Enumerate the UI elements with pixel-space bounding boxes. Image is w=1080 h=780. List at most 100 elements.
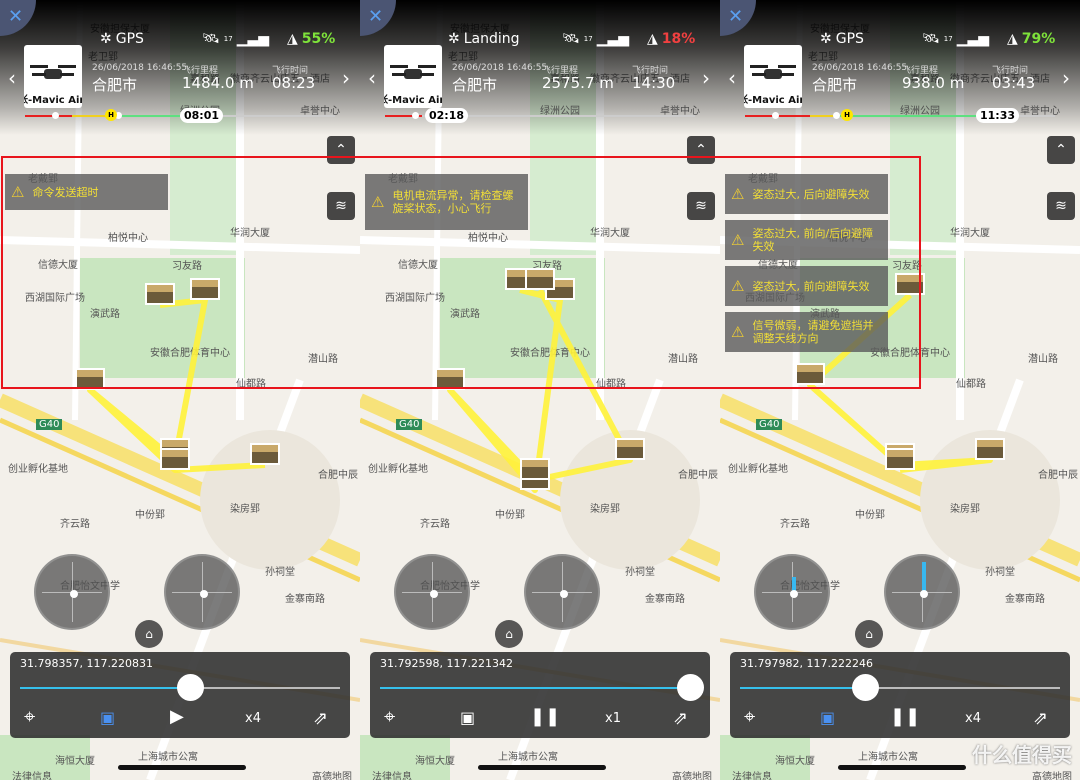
flight-time-value: 14:30 <box>632 74 676 92</box>
close-icon[interactable]: ✕ <box>368 8 383 26</box>
signal-bars-icon: ▁▃▅ <box>236 31 270 47</box>
share-icon[interactable]: ⇗ <box>673 708 688 729</box>
remote-controller-icon[interactable]: ▣ <box>460 708 475 727</box>
chevron-up-icon[interactable]: ⌃ <box>327 136 355 164</box>
layers-icon[interactable]: ≋ <box>1047 192 1075 220</box>
warning-icon: ⚠ <box>731 230 745 249</box>
flight-mode: GPS <box>835 31 864 47</box>
slider-thumb[interactable] <box>851 674 879 701</box>
home-location-button[interactable]: ⌂ <box>495 620 523 648</box>
home-point-marker: H <box>105 109 117 121</box>
warning-message: ⚠ 姿态过大, 后向避障失效 <box>725 174 888 214</box>
warning-text: 姿态过大, 前向/后向避障失效 <box>752 227 874 253</box>
photo-marker[interactable] <box>525 268 555 290</box>
gps-coordinates: 31.792598, 117.221342 <box>380 657 513 670</box>
drone-icon: ✲ <box>448 31 460 47</box>
pause-icon[interactable]: ❚❚ <box>890 706 920 727</box>
slider-fill <box>380 687 691 689</box>
home-indicator <box>838 765 966 770</box>
pause-icon[interactable]: ❚❚ <box>530 706 560 727</box>
chevron-up-icon[interactable]: ⌃ <box>1047 136 1075 164</box>
flight-city: 合肥市 <box>452 76 498 94</box>
playback-speed-button[interactable]: x4 <box>245 711 261 726</box>
battery-percent: 55% <box>301 31 336 47</box>
timeline-time-badge[interactable]: 02:18 <box>425 108 469 123</box>
warning-text: 姿态过大, 后向避障失效 <box>752 187 870 201</box>
chevron-up-icon[interactable]: ⌃ <box>687 136 715 164</box>
drone-thumbnail[interactable]: 张-Mavic Air <box>744 45 802 108</box>
previous-flight-chevron-left-icon[interactable]: ‹ <box>728 66 736 90</box>
warning-message: ⚠ 姿态过大, 前向/后向避障失效 <box>725 220 888 260</box>
satellite-icon: 🛰 <box>922 31 940 47</box>
satellite-count: 17 <box>583 35 593 43</box>
timeline-segment <box>838 115 980 117</box>
photo-marker[interactable] <box>250 443 280 465</box>
photo-marker[interactable] <box>520 458 550 480</box>
photo-marker[interactable] <box>435 368 465 390</box>
photo-marker[interactable] <box>190 278 220 300</box>
gps-coordinates: 31.798357, 117.220831 <box>20 657 153 670</box>
left-stick-indicator <box>394 554 470 630</box>
photo-marker[interactable] <box>895 273 925 295</box>
next-flight-chevron-right-icon[interactable]: › <box>1062 66 1070 90</box>
remote-controller-icon[interactable]: ▣ <box>100 708 115 727</box>
slider-fill <box>20 687 190 689</box>
remote-controller-icon[interactable]: ▣ <box>820 708 835 727</box>
signal-bars-icon: ▁▃▅ <box>956 31 990 47</box>
photo-marker[interactable] <box>975 438 1005 460</box>
warning-text: 姿态过大, 前向避障失效 <box>752 279 870 293</box>
stick-center <box>430 590 438 598</box>
stick-center <box>790 590 798 598</box>
previous-flight-chevron-left-icon[interactable]: ‹ <box>368 66 376 90</box>
photo-marker[interactable] <box>885 448 915 470</box>
home-location-button[interactable]: ⌂ <box>135 620 163 648</box>
share-icon[interactable]: ⇗ <box>1033 708 1048 729</box>
watermark: 什么值得买 <box>972 743 1072 767</box>
timeline-time-badge[interactable]: 11:33 <box>976 108 1020 123</box>
layers-icon[interactable]: ≋ <box>327 192 355 220</box>
playback-slider[interactable] <box>740 674 1060 701</box>
close-icon[interactable]: ✕ <box>8 8 23 26</box>
share-icon[interactable]: ⇗ <box>313 708 328 729</box>
locate-crosshair-icon[interactable]: ⌖ <box>384 704 395 728</box>
flight-mode-status: ✲ GPS <box>820 31 864 47</box>
close-icon[interactable]: ✕ <box>728 8 743 26</box>
replay-panel: 安徽担保大厦老卫郢嘉和路绿洲公园卓誉中心老戴郢柏悦中心华润大厦信德大厦习友路西湖… <box>360 0 720 780</box>
timeline-segment <box>25 115 72 117</box>
previous-flight-chevron-left-icon[interactable]: ‹ <box>8 66 16 90</box>
slider-thumb[interactable] <box>176 674 204 701</box>
locate-crosshair-icon[interactable]: ⌖ <box>744 704 755 728</box>
playback-controls: 31.797982, 117.222246 ⌖ ▣ ❚❚ x4 ⇗ <box>730 652 1070 738</box>
signal-bars-icon: ▁▃▅ <box>596 31 630 47</box>
battery-icon: ◮ <box>287 31 298 47</box>
warning-text: 命令发送超时 <box>32 185 99 199</box>
home-indicator <box>118 765 246 770</box>
flight-date: 26/06/2018 16:46:55 <box>812 63 908 73</box>
playback-speed-button[interactable]: x4 <box>965 711 981 726</box>
play-icon[interactable]: ▶ <box>170 706 184 727</box>
photo-marker[interactable] <box>75 368 105 390</box>
home-location-button[interactable]: ⌂ <box>855 620 883 648</box>
gps-signal-status: 🛰 17 ▁▃▅ <box>562 31 629 47</box>
photo-marker[interactable] <box>160 448 190 470</box>
battery-icon: ◮ <box>1007 31 1018 47</box>
playback-speed-button[interactable]: x1 <box>605 711 621 726</box>
photo-marker[interactable] <box>795 363 825 385</box>
next-flight-chevron-right-icon[interactable]: › <box>702 66 710 90</box>
playback-slider[interactable] <box>20 674 340 701</box>
layers-icon[interactable]: ≋ <box>687 192 715 220</box>
slider-thumb[interactable] <box>677 674 705 701</box>
locate-crosshair-icon[interactable]: ⌖ <box>24 704 35 728</box>
photo-marker[interactable] <box>145 283 175 305</box>
drone-thumbnail[interactable]: 张-Mavic Air <box>384 45 442 108</box>
next-flight-chevron-right-icon[interactable]: › <box>342 66 350 90</box>
warning-message: ⚠ 命令发送超时 <box>5 174 168 210</box>
timeline-event-dot <box>412 112 419 119</box>
playback-slider[interactable] <box>380 674 705 701</box>
drone-thumbnail[interactable]: 张-Mavic Air <box>24 45 82 108</box>
timeline-time-badge[interactable]: 08:01 <box>180 108 224 123</box>
timeline-event-dot <box>772 112 779 119</box>
warning-message: ⚠ 信号微弱，请避免遮挡并调整天线方向 <box>725 312 888 352</box>
flight-mode-status: ✲ Landing <box>448 31 520 47</box>
photo-marker[interactable] <box>615 438 645 460</box>
